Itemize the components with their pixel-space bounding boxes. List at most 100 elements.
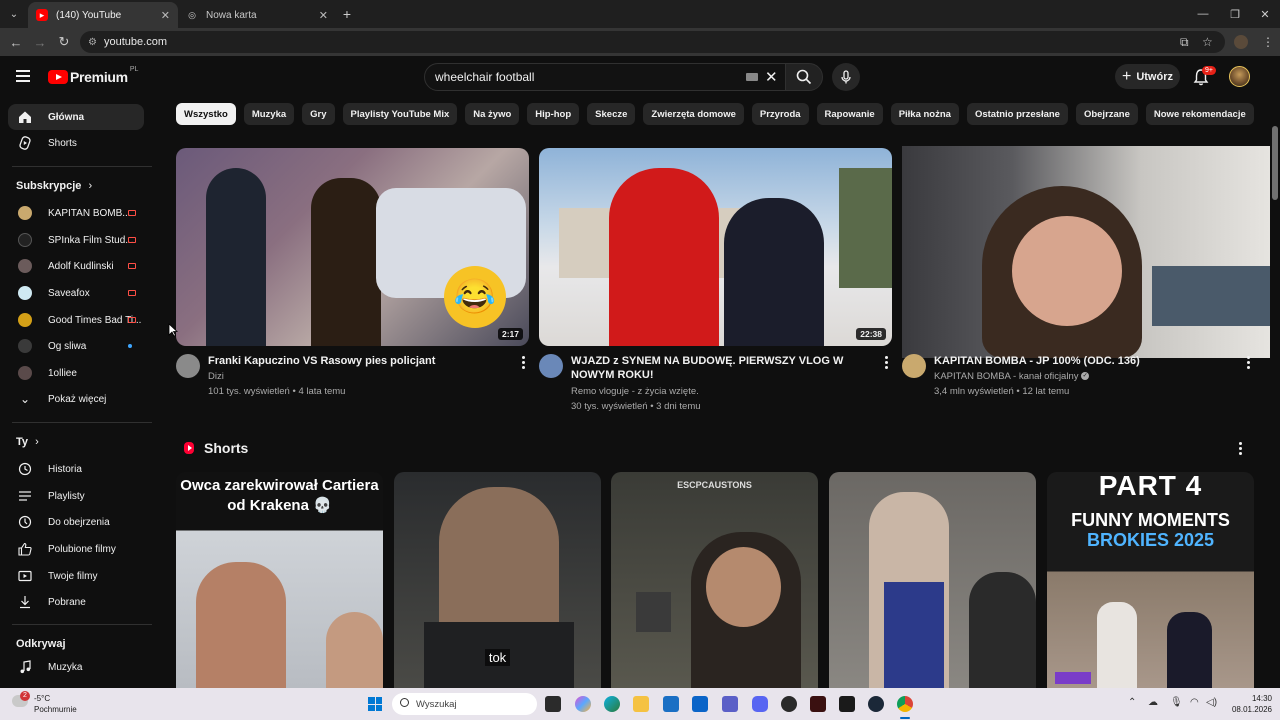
new-tab-button[interactable]: + — [336, 6, 358, 22]
tab-search-button[interactable]: ⌄ — [0, 0, 28, 28]
shield-app-icon[interactable] — [810, 696, 826, 712]
sidebar-item-liked-videos[interactable]: Polubione filmy — [8, 536, 144, 562]
voice-search-button[interactable] — [832, 63, 860, 91]
tab-new-tab[interactable]: ◎ Nowa karta ✕ — [178, 2, 336, 28]
store-icon[interactable] — [663, 696, 679, 712]
sidebar-item-subscription[interactable]: Good Times Bad Ti... — [8, 307, 144, 333]
chip[interactable]: Przyroda — [751, 103, 809, 125]
chip[interactable]: Gry — [302, 103, 335, 125]
more-actions-icon[interactable] — [885, 356, 888, 371]
short-card[interactable]: PART 4 FUNNY MOMENTS BROKIES 2025 — [1047, 472, 1254, 688]
wifi-icon[interactable]: ◠ — [1190, 697, 1199, 708]
install-app-icon[interactable]: ⧉ — [1180, 28, 1189, 56]
volume-icon[interactable]: ◁) — [1206, 697, 1217, 708]
bookmark-star-icon[interactable]: ☆ — [1202, 28, 1213, 56]
more-actions-icon[interactable] — [1247, 356, 1250, 371]
forward-button[interactable]: → — [28, 35, 52, 50]
chip[interactable]: Nowe rekomendacje — [1145, 103, 1254, 125]
channel-avatar[interactable] — [902, 354, 926, 378]
windows-start-icon[interactable] — [368, 697, 382, 711]
short-card[interactable]: ESCPCAUSTONS — [611, 472, 818, 688]
chrome-icon[interactable] — [897, 696, 913, 712]
reload-button[interactable]: ↻ — [52, 34, 76, 50]
file-explorer-icon[interactable] — [633, 696, 649, 712]
video-card[interactable]: 22:38 WJAZD z SYNEM NA BUDOWĘ. PIERWSZY … — [539, 148, 892, 412]
copilot-icon[interactable] — [575, 696, 591, 712]
microphone-icon[interactable]: 🎙 — [1170, 697, 1183, 708]
sidebar-item-subscription[interactable]: Og sliwa — [8, 333, 144, 359]
taskbar-clock[interactable]: 14:30 08.01.2026 — [1222, 693, 1272, 715]
minimize-button[interactable]: — — [1186, 0, 1220, 28]
window-close-button[interactable]: ✕ — [1248, 0, 1280, 28]
taskbar-search-input[interactable]: Wyszukaj — [392, 693, 537, 715]
video-title[interactable]: WJAZD z SYNEM NA BUDOWĘ. PIERWSZY VLOG W… — [571, 354, 871, 382]
chip[interactable]: Obejrzane — [1075, 103, 1138, 125]
restore-button[interactable]: ❐ — [1218, 0, 1252, 28]
short-card[interactable] — [829, 472, 1036, 688]
more-actions-icon[interactable] — [522, 356, 525, 371]
chip-all[interactable]: Wszystko — [176, 103, 236, 125]
sidebar-item-downloads[interactable]: Pobrane — [8, 589, 144, 615]
outlook-icon[interactable] — [692, 696, 708, 712]
tray-overflow-icon[interactable]: ⌃ — [1128, 697, 1136, 708]
more-actions-icon[interactable] — [1239, 442, 1242, 457]
teams-icon[interactable] — [722, 696, 738, 712]
sidebar-item-watch-later[interactable]: Do obejrzenia — [8, 509, 144, 535]
chip[interactable]: Ostatnio przesłane — [966, 103, 1068, 125]
scrollbar-thumb[interactable] — [1272, 126, 1278, 200]
search-button[interactable] — [785, 63, 823, 91]
video-card[interactable]: KAPITAN BOMBA - JP 100% (ODC. 136) KAPIT… — [902, 146, 1270, 397]
chip[interactable]: Zwierzęta domowe — [643, 103, 744, 125]
video-thumbnail[interactable]: 22:38 — [539, 148, 892, 346]
video-channel[interactable]: Remo vloguje - z życia wzięte. — [571, 386, 699, 397]
sidebar-item-your-videos[interactable]: Twoje filmy — [8, 563, 144, 589]
back-button[interactable]: ← — [4, 35, 28, 50]
short-card[interactable]: Owca zarekwirował Cartiera od Krakena 💀 — [176, 472, 383, 688]
search-input[interactable]: wheelchair football ✕ — [424, 63, 786, 91]
account-avatar[interactable] — [1229, 66, 1250, 87]
address-bar[interactable]: ⚙ youtube.com — [80, 31, 1225, 53]
sidebar-item-history[interactable]: Historia — [8, 456, 144, 482]
profile-avatar[interactable] — [1234, 28, 1248, 56]
video-channel[interactable]: KAPITAN BOMBA - kanał oficjalny ✓ — [934, 371, 1090, 382]
game-app-icon[interactable] — [839, 696, 855, 712]
video-card[interactable]: 😂 2:17 Franki Kapuczino VS Rasowy pies p… — [176, 148, 529, 397]
sidebar-item-subscription[interactable]: Saveafox — [8, 280, 144, 306]
sidebar-item-subscription[interactable]: KAPITAN BOMB... — [8, 200, 144, 226]
sidebar-item-playlists[interactable]: Playlisty — [8, 483, 144, 509]
video-channel[interactable]: Dizi — [208, 371, 224, 382]
keyboard-icon[interactable] — [746, 73, 758, 81]
chip[interactable]: Hip-hop — [527, 103, 580, 125]
sidebar-item-shorts[interactable]: Shorts — [8, 130, 144, 156]
chip[interactable]: Piłka nożna — [890, 103, 959, 125]
app-icon[interactable] — [781, 696, 797, 712]
video-title[interactable]: KAPITAN BOMBA - JP 100% (ODC. 136) — [934, 354, 1234, 368]
youtube-logo[interactable]: Premium PL — [48, 66, 138, 85]
close-icon[interactable]: ✕ — [319, 9, 328, 22]
sidebar-item-subscription[interactable]: 1olliee — [8, 360, 144, 386]
sidebar-item-show-more[interactable]: ⌄ Pokaż więcej — [8, 386, 144, 412]
close-icon[interactable]: ✕ — [161, 9, 170, 22]
channel-avatar[interactable] — [539, 354, 563, 378]
subscriptions-heading[interactable]: Subskrypcje › — [16, 180, 92, 192]
sidebar-item-subscription[interactable]: SPInka Film Stud... — [8, 227, 144, 253]
chip[interactable]: Playlisty YouTube Mix — [342, 103, 458, 125]
you-heading[interactable]: Ty › — [16, 436, 39, 448]
browser-menu-icon[interactable]: ⋮ — [1262, 28, 1274, 56]
video-preview[interactable] — [902, 146, 1270, 358]
discord-icon[interactable] — [752, 696, 768, 712]
channel-avatar[interactable] — [176, 354, 200, 378]
cloud-sync-icon[interactable]: ☁ — [1148, 697, 1158, 708]
chip[interactable]: Na żywo — [465, 103, 520, 125]
sidebar-item-home[interactable]: Główna — [8, 104, 144, 130]
edge-icon[interactable] — [604, 696, 620, 712]
clear-search-icon[interactable]: ✕ — [765, 68, 778, 86]
steam-icon[interactable] — [868, 696, 884, 712]
chip[interactable]: Rapowanie — [816, 103, 883, 125]
task-view-icon[interactable] — [545, 696, 561, 712]
chip[interactable]: Muzyka — [243, 103, 295, 125]
chip[interactable]: Skecze — [587, 103, 636, 125]
page-scrollbar[interactable] — [1270, 56, 1280, 688]
tab-youtube[interactable]: ▸ (140) YouTube ✕ — [28, 2, 178, 28]
menu-icon[interactable] — [16, 70, 30, 85]
